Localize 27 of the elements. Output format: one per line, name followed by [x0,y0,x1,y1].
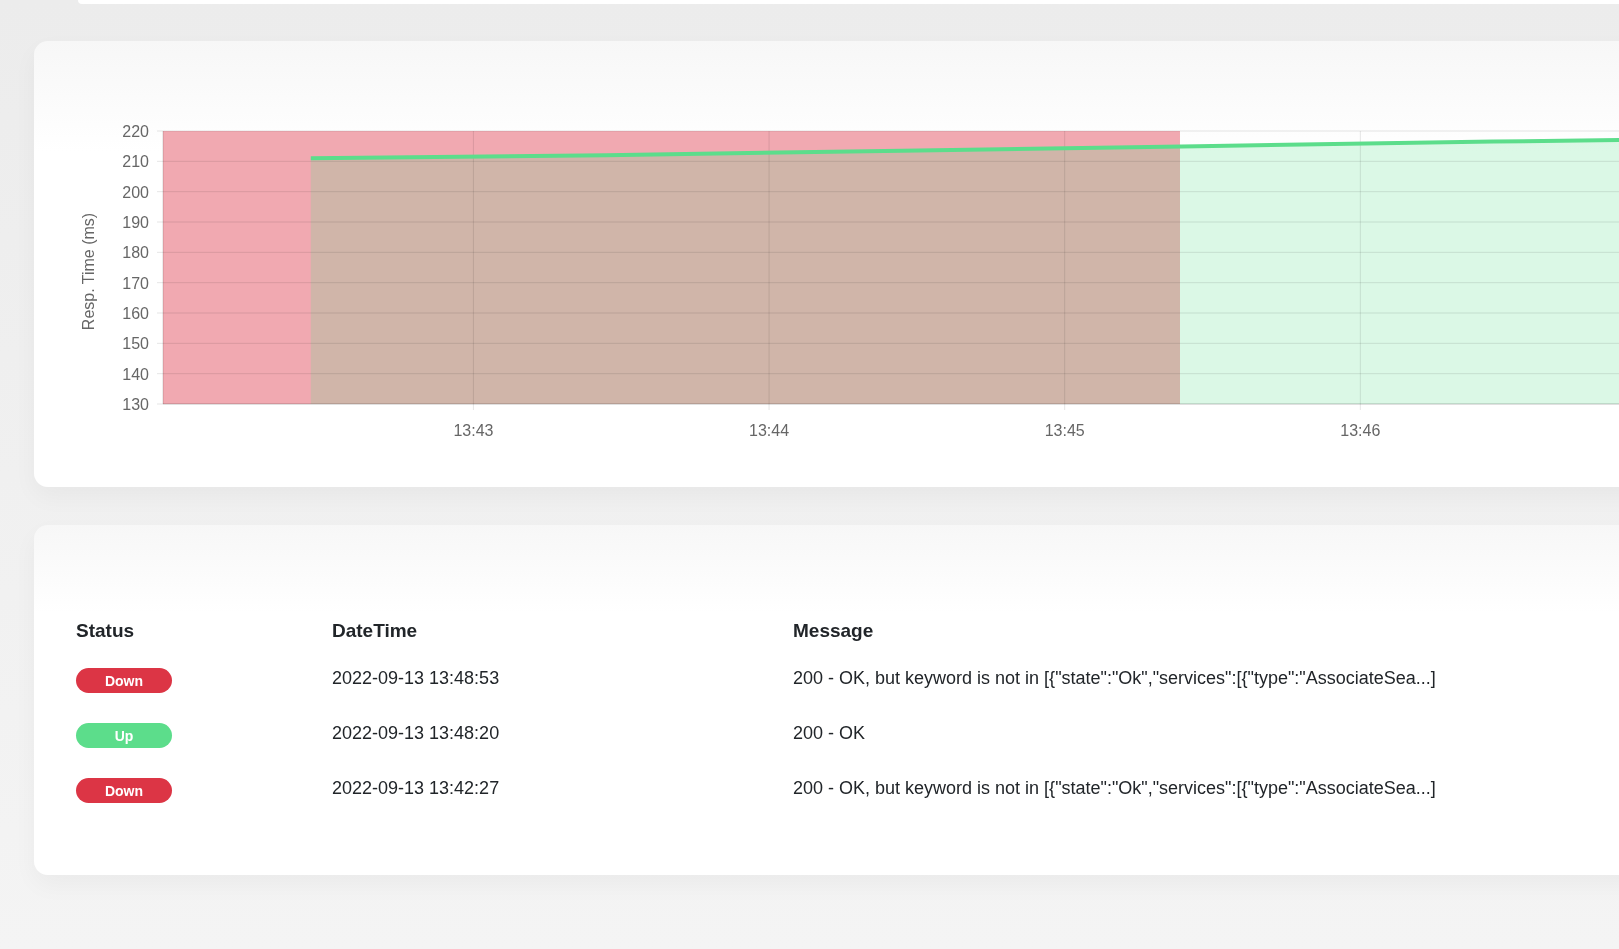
column-header: DateTime [332,620,419,643]
table-cell-text: 200 - OK, but keyword is not in [{"state":"Ok","services":[{"type":"AssociateSea...] [793,668,1437,690]
x-tick-label: 13:43 [453,422,494,439]
status-badge: Down [76,668,172,693]
table-cell-text: 200 - OK [793,723,867,745]
table-cell-text: 200 - OK, but keyword is not in [{"state":"Ok","services":[{"type":"AssociateSea...] [793,778,1437,800]
y-tick-label: 160 [122,305,149,322]
table-cell-text: 2022-09-13 13:42:27 [332,778,501,800]
y-tick-label: 150 [122,335,149,353]
x-tick-label: 13:45 [1044,422,1085,439]
y-tick-label: 210 [122,153,149,171]
y-tick-label: 130 [122,396,149,413]
y-tick-label: 220 [122,123,149,140]
y-tick-label: 190 [122,214,149,231]
y-tick-label: 170 [122,274,149,292]
x-tick-label: 13:44 [749,422,790,439]
y-tick-label: 140 [122,365,149,383]
axis-title: Resp. Time (ms) [80,212,97,331]
y-tick-label: 200 [122,183,149,201]
status-badge: Up [76,723,172,748]
column-header: Status [76,620,136,643]
table-cell-text: 2022-09-13 13:48:53 [332,668,501,690]
column-header: Message [793,620,875,643]
x-tick-label: 13:46 [1340,422,1381,439]
y-tick-label: 180 [122,244,149,262]
status-badge: Down [76,778,172,803]
table-cell-text: 2022-09-13 13:48:20 [332,723,501,745]
